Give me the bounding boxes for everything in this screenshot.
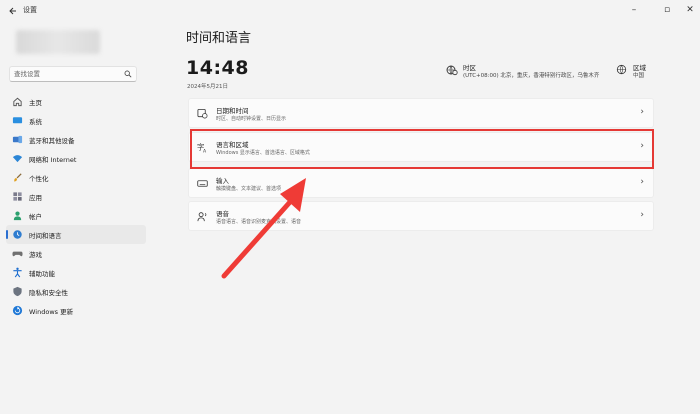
- annotation-arrow: [221, 178, 306, 279]
- globe-clock-icon: [446, 65, 458, 76]
- chevron-right-icon: ›: [640, 210, 644, 220]
- accessibility-icon: [13, 267, 22, 278]
- chevron-right-icon: ›: [640, 141, 644, 151]
- keyboard-icon: [197, 180, 208, 187]
- sidebar-item-accessibility[interactable]: 辅助功能: [6, 263, 146, 282]
- sidebar-item-label: 辅助功能: [29, 270, 55, 278]
- sidebar-item-label: 时间和语言: [29, 232, 62, 240]
- bluetooth-devices-icon: [12, 135, 23, 144]
- chevron-right-icon: ›: [640, 107, 644, 117]
- chevron-right-icon: ›: [640, 177, 644, 187]
- language-icon: 字 A: [197, 142, 207, 153]
- region-value: 中国: [633, 73, 645, 79]
- minimize-button[interactable]: –: [624, 3, 644, 17]
- search-box[interactable]: [9, 66, 137, 82]
- sidebar-item-personalization[interactable]: 个性化: [6, 168, 146, 187]
- monitor-icon: [12, 117, 23, 124]
- card-description: 时区、自动时钟设置、日历显示: [216, 116, 287, 122]
- update-icon: [12, 305, 23, 316]
- title-bar: 设置 – ▫ ✕: [0, 0, 700, 22]
- sidebar-item-system[interactable]: 系统: [6, 111, 146, 130]
- page-title: 时间和语言: [186, 31, 252, 46]
- timezone-value: (UTC+08:00) 北京，重庆，香港特别行政区，乌鲁木齐: [463, 73, 600, 79]
- sidebar-item-privacy[interactable]: 隐私和安全性: [6, 282, 146, 301]
- sidebar-item-label: 个性化: [29, 175, 49, 183]
- current-date: 2024年5月21日: [187, 84, 228, 90]
- card-description: Windows 显示语言、首选语言、区域格式: [216, 150, 310, 156]
- sidebar-item-label: 主页: [29, 99, 42, 107]
- shield-icon: [13, 286, 22, 297]
- search-icon[interactable]: [124, 70, 132, 78]
- sidebar-nav: 主页 系统 蓝牙和其他设备 网络和 Internet 个性化 应用 帐户 时间和…: [6, 92, 146, 320]
- svg-text:A: A: [203, 149, 207, 153]
- back-arrow-icon[interactable]: [8, 6, 18, 16]
- sidebar-item-bluetooth[interactable]: 蓝牙和其他设备: [6, 130, 146, 149]
- close-button[interactable]: ✕: [680, 3, 700, 17]
- sidebar-item-home[interactable]: 主页: [6, 92, 146, 111]
- sidebar-item-gaming[interactable]: 游戏: [6, 244, 146, 263]
- sidebar-item-label: 隐私和安全性: [29, 289, 68, 297]
- card-language-region[interactable]: 字 A 语言和区域 Windows 显示语言、首选语言、区域格式 ›: [188, 132, 654, 162]
- sidebar-item-label: 网络和 Internet: [29, 156, 77, 164]
- current-time: 14:48: [186, 57, 249, 79]
- sidebar-item-label: Windows 更新: [29, 308, 74, 316]
- card-title: 日期和时间: [216, 107, 249, 115]
- sidebar-item-label: 游戏: [29, 251, 42, 259]
- globe-clock-icon: [13, 230, 22, 239]
- sidebar-item-label: 帐户: [29, 213, 42, 221]
- sidebar-item-network[interactable]: 网络和 Internet: [6, 149, 146, 168]
- window-title: 设置: [23, 6, 37, 14]
- globe-icon: [616, 64, 627, 75]
- brush-icon: [14, 173, 22, 182]
- card-title: 语言和区域: [216, 141, 249, 149]
- user-profile-blurred[interactable]: [16, 30, 100, 54]
- sidebar-item-label: 应用: [29, 194, 42, 202]
- apps-icon: [13, 192, 22, 201]
- card-date-time[interactable]: 日期和时间 时区、自动时钟设置、日历显示 ›: [188, 98, 654, 128]
- sidebar-item-time-language[interactable]: 时间和语言: [6, 225, 146, 244]
- game-controller-icon: [12, 251, 23, 257]
- search-input[interactable]: [14, 69, 122, 79]
- calendar-clock-icon: [197, 108, 208, 119]
- home-icon: [13, 97, 22, 107]
- sidebar-item-windows-update[interactable]: Windows 更新: [6, 301, 146, 320]
- sidebar-item-label: 蓝牙和其他设备: [29, 137, 75, 145]
- sidebar-item-apps[interactable]: 应用: [6, 187, 146, 206]
- sidebar-item-label: 系统: [29, 118, 42, 126]
- network-icon: [12, 155, 23, 163]
- maximize-button[interactable]: ▫: [657, 3, 677, 17]
- speech-icon: [197, 212, 207, 222]
- sidebar-item-accounts[interactable]: 帐户: [6, 206, 146, 225]
- account-icon: [13, 211, 22, 221]
